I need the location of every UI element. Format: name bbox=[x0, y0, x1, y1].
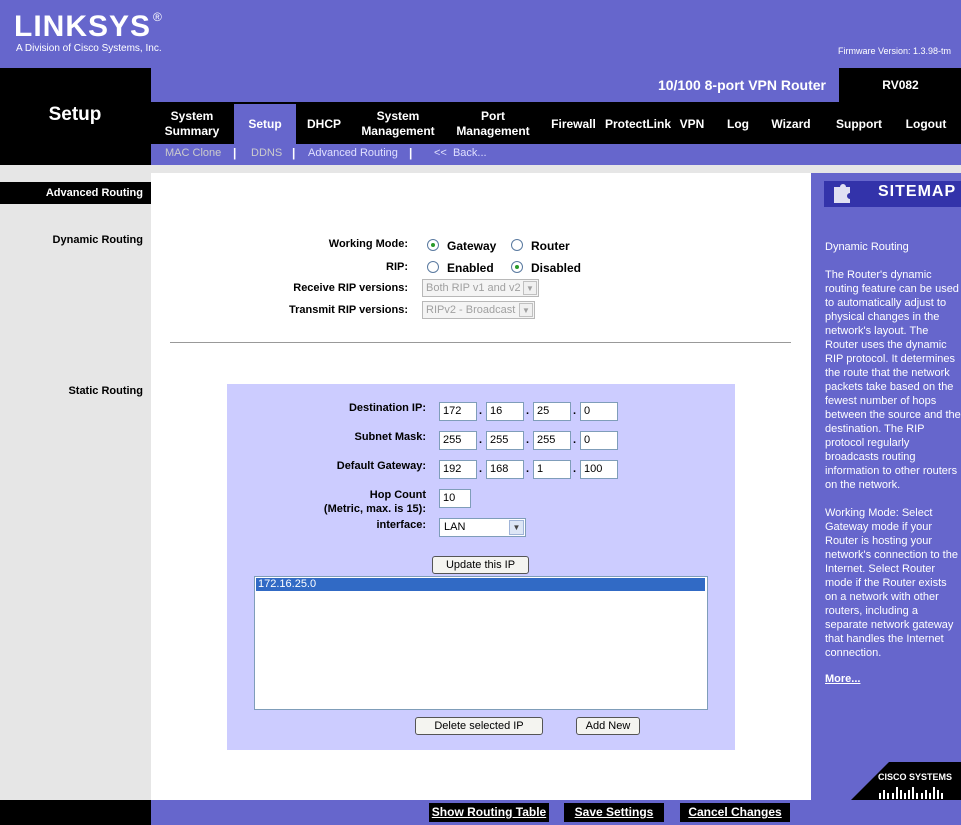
subnav-ddns[interactable]: DDNS bbox=[251, 147, 282, 159]
footer-left bbox=[0, 800, 151, 825]
subnav-back[interactable]: << Back... bbox=[434, 147, 487, 159]
subnav-separator: | bbox=[409, 146, 413, 160]
content-top-border bbox=[151, 165, 961, 173]
tab-system-management[interactable]: System Management bbox=[356, 104, 440, 144]
chevron-down-icon: ▼ bbox=[523, 281, 537, 295]
receive-rip-label: Receive RIP versions: bbox=[293, 282, 408, 294]
more-link[interactable]: More... bbox=[825, 673, 860, 685]
destination-ip-octet-3[interactable]: 25 bbox=[533, 402, 571, 421]
logo-subtitle: A Division of Cisco Systems, Inc. bbox=[16, 43, 162, 54]
chevron-down-icon: ▼ bbox=[509, 520, 524, 535]
route-list-item[interactable]: 172.16.25.0 bbox=[256, 578, 705, 591]
ip-dot: . bbox=[479, 463, 483, 475]
subnav-advanced-routing[interactable]: Advanced Routing bbox=[308, 147, 398, 159]
default-gateway-octet-2[interactable]: 168 bbox=[486, 460, 524, 479]
ip-dot: . bbox=[479, 405, 483, 417]
rip-disabled-radio[interactable] bbox=[511, 261, 523, 273]
tab-support[interactable]: Support bbox=[832, 104, 886, 144]
save-settings-button[interactable]: Save Settings bbox=[564, 803, 664, 822]
dynamic-routing-label: Dynamic Routing bbox=[52, 234, 143, 246]
ip-dot: . bbox=[573, 434, 577, 446]
sitemap-title: SITEMAP bbox=[878, 183, 957, 200]
footer-bar bbox=[151, 800, 961, 825]
hop-count-input[interactable]: 10 bbox=[439, 489, 471, 508]
router-radio[interactable] bbox=[511, 239, 523, 251]
ip-dot: . bbox=[526, 463, 530, 475]
delete-selected-ip-button[interactable]: Delete selected IP bbox=[415, 717, 543, 735]
ip-dot: . bbox=[526, 434, 530, 446]
default-gateway-octet-4[interactable]: 100 bbox=[580, 460, 618, 479]
tab-dhcp[interactable]: DHCP bbox=[303, 104, 345, 144]
firmware-version: Firmware Version: 1.3.98-tm bbox=[837, 46, 951, 56]
page-title: Setup bbox=[48, 104, 102, 125]
default-gateway-octet-3[interactable]: 1 bbox=[533, 460, 571, 479]
left-column bbox=[0, 165, 151, 800]
tab-log[interactable]: Log bbox=[720, 104, 756, 144]
subnav-separator: | bbox=[233, 146, 237, 160]
ip-dot: . bbox=[479, 434, 483, 446]
help-paragraph-2: Working Mode: Select Gateway mode if you… bbox=[825, 507, 958, 659]
subnav-mac-clone[interactable]: MAC Clone bbox=[165, 147, 221, 159]
tab-wizard[interactable]: Wizard bbox=[767, 104, 815, 144]
subnav-separator: | bbox=[292, 146, 296, 160]
working-mode-label: Working Mode: bbox=[328, 238, 408, 250]
ip-dot: . bbox=[526, 405, 530, 417]
subnet-mask-octet-4[interactable]: 0 bbox=[580, 431, 618, 450]
static-routing-label: Static Routing bbox=[68, 385, 143, 397]
divider bbox=[170, 342, 791, 343]
tab-port-management[interactable]: Port Management bbox=[451, 104, 535, 144]
interface-label: interface: bbox=[376, 519, 426, 531]
ip-dot: . bbox=[573, 405, 577, 417]
destination-ip-octet-1[interactable]: 172 bbox=[439, 402, 477, 421]
route-list[interactable] bbox=[254, 576, 708, 710]
cisco-logo-icon bbox=[879, 787, 943, 799]
subnet-mask-octet-2[interactable]: 255 bbox=[486, 431, 524, 450]
default-gateway-label: Default Gateway: bbox=[336, 460, 426, 472]
rip-enabled-radio[interactable] bbox=[427, 261, 439, 273]
puzzle-icon bbox=[834, 184, 850, 203]
add-new-button[interactable]: Add New bbox=[576, 717, 640, 735]
interface-select[interactable]: LAN ▼ bbox=[439, 518, 526, 537]
destination-ip-label: Destination IP: bbox=[348, 402, 426, 414]
tab-protectlink[interactable]: ProtectLink bbox=[604, 104, 672, 144]
rip-enabled-label: Enabled bbox=[447, 261, 494, 275]
receive-rip-select[interactable]: Both RIP v1 and v2 ▼ bbox=[422, 279, 539, 297]
tab-system-summary[interactable]: System Summary bbox=[157, 104, 227, 144]
transmit-rip-label: Transmit RIP versions: bbox=[288, 304, 408, 316]
hop-count-metric-label: (Metric, max. is 15): bbox=[323, 503, 426, 515]
product-name: 10/100 8-port VPN Router bbox=[657, 77, 826, 93]
help-paragraph-1: The Router's dynamic routing feature can… bbox=[825, 269, 961, 491]
update-ip-button[interactable]: Update this IP bbox=[432, 556, 529, 574]
router-label: Router bbox=[531, 239, 570, 253]
tab-firewall[interactable]: Firewall bbox=[546, 104, 601, 144]
cisco-logo-text: CISCO SYSTEMS bbox=[878, 772, 953, 782]
cancel-changes-button[interactable]: Cancel Changes bbox=[680, 803, 790, 822]
ip-dot: . bbox=[573, 463, 577, 475]
rip-label: RIP: bbox=[386, 261, 408, 273]
subnet-mask-octet-1[interactable]: 255 bbox=[439, 431, 477, 450]
tab-setup[interactable]: Setup bbox=[234, 104, 296, 144]
subnet-mask-octet-3[interactable]: 255 bbox=[533, 431, 571, 450]
destination-ip-octet-2[interactable]: 16 bbox=[486, 402, 524, 421]
gateway-radio[interactable] bbox=[427, 239, 439, 251]
chevron-down-icon: ▼ bbox=[519, 303, 533, 317]
section-header: Advanced Routing bbox=[0, 182, 151, 204]
hop-count-label: Hop Count bbox=[369, 489, 426, 501]
rip-disabled-label: Disabled bbox=[531, 261, 582, 275]
transmit-rip-select[interactable]: RIPv2 - Broadcast ▼ bbox=[422, 301, 535, 319]
tab-vpn[interactable]: VPN bbox=[677, 104, 707, 144]
gateway-label: Gateway bbox=[447, 239, 497, 253]
model-name: RV082 bbox=[882, 78, 919, 92]
destination-ip-octet-4[interactable]: 0 bbox=[580, 402, 618, 421]
show-routing-table-button[interactable]: Show Routing Table bbox=[429, 803, 549, 822]
linksys-logo: LINKSYS ® bbox=[14, 10, 163, 43]
help-title: Dynamic Routing bbox=[825, 241, 909, 253]
tab-logout[interactable]: Logout bbox=[902, 104, 950, 144]
default-gateway-octet-1[interactable]: 192 bbox=[439, 460, 477, 479]
subnet-mask-label: Subnet Mask: bbox=[354, 431, 426, 443]
